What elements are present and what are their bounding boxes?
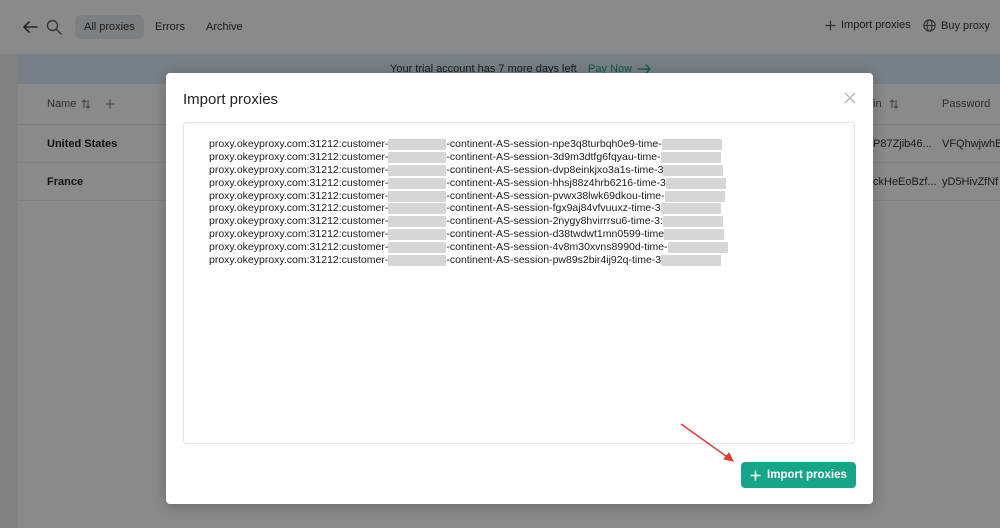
proxy-line-prefix: proxy.okeyproxy.com:31212:customer- xyxy=(209,241,389,254)
redacted-credentials xyxy=(661,139,722,150)
redacted-username xyxy=(388,255,447,267)
proxy-line: proxy.okeyproxy.com:31212:customer- -cont… xyxy=(209,177,728,190)
redacted-credentials xyxy=(660,151,721,163)
proxy-line-prefix: proxy.okeyproxy.com:31212:customer- xyxy=(209,150,389,163)
proxy-line: proxy.okeyproxy.com:31212:customer- -cont… xyxy=(209,164,728,177)
dialog-title: Import proxies xyxy=(183,91,279,108)
proxy-lines: proxy.okeyproxy.com:31212:customer- -cont… xyxy=(209,138,728,267)
redacted-username xyxy=(388,216,447,228)
proxy-line-session: -continent-AS-session-hhsj88z4hrb6216-ti… xyxy=(446,176,666,189)
proxy-line-prefix: proxy.okeyproxy.com:31212:customer- xyxy=(209,215,389,228)
redacted-username xyxy=(388,151,447,163)
redacted-username xyxy=(388,164,447,176)
proxy-line: proxy.okeyproxy.com:31212:customer- -cont… xyxy=(209,202,728,215)
proxy-line-prefix: proxy.okeyproxy.com:31212:customer- xyxy=(209,254,389,267)
plus-icon xyxy=(750,470,761,480)
redacted-credentials xyxy=(660,203,721,215)
import-button-label: Import proxies xyxy=(767,469,847,481)
proxy-line-session: -continent-AS-session-fgx9aj84vfvuuxz-ti… xyxy=(446,202,661,215)
redacted-username xyxy=(388,139,447,150)
redacted-credentials xyxy=(662,216,723,228)
proxy-line: proxy.okeyproxy.com:31212:customer- -cont… xyxy=(209,241,728,254)
redacted-credentials xyxy=(664,190,725,202)
proxy-line-session: -continent-AS-session-npe3q8turbqh0e9-ti… xyxy=(446,138,662,150)
proxy-line: proxy.okeyproxy.com:31212:customer- -cont… xyxy=(209,228,728,241)
proxy-line: proxy.okeyproxy.com:31212:customer- -cont… xyxy=(209,138,728,151)
close-icon[interactable] xyxy=(844,92,856,104)
redacted-username xyxy=(388,177,447,189)
redacted-credentials xyxy=(667,242,728,254)
proxy-line-prefix: proxy.okeyproxy.com:31212:customer- xyxy=(209,176,389,189)
redacted-credentials xyxy=(661,255,722,267)
proxy-line-session: -continent-AS-session-pvwx38lwk69dkou-ti… xyxy=(446,189,665,202)
proxy-line-session: -continent-AS-session-4v8m30xvns8990d-ti… xyxy=(446,241,668,254)
redacted-username xyxy=(388,203,447,215)
proxy-line-session: -continent-AS-session-dvp8einkjxo3a1s-ti… xyxy=(446,163,664,176)
proxy-line: proxy.okeyproxy.com:31212:customer- -cont… xyxy=(209,215,728,228)
proxy-line-session: -continent-AS-session-2nygy8hvirrrsu6-ti… xyxy=(446,215,663,228)
proxy-line: proxy.okeyproxy.com:31212:customer- -cont… xyxy=(209,151,728,164)
proxy-line-session: -continent-AS-session-3d9m3dtfg6fqyau-ti… xyxy=(446,150,661,163)
redacted-credentials xyxy=(664,229,725,241)
import-proxies-button[interactable]: Import proxies xyxy=(741,462,856,488)
proxy-line-prefix: proxy.okeyproxy.com:31212:customer- xyxy=(209,202,389,215)
proxy-line-prefix: proxy.okeyproxy.com:31212:customer- xyxy=(209,189,389,202)
redacted-credentials xyxy=(665,177,726,189)
proxy-line-prefix: proxy.okeyproxy.com:31212:customer- xyxy=(209,228,389,241)
proxy-line: proxy.okeyproxy.com:31212:customer- -cont… xyxy=(209,190,728,203)
import-proxies-dialog: Import proxies proxy.okeyproxy.com:31212… xyxy=(166,73,873,504)
proxy-line: proxy.okeyproxy.com:31212:customer- -cont… xyxy=(209,254,728,267)
redacted-username xyxy=(388,242,447,254)
redacted-credentials xyxy=(663,164,724,176)
redacted-username xyxy=(388,190,447,202)
redacted-username xyxy=(388,229,447,241)
proxy-line-prefix: proxy.okeyproxy.com:31212:customer- xyxy=(209,163,389,176)
proxy-line-session: -continent-AS-session-d38twdwt1mn0599-ti… xyxy=(446,228,665,241)
proxy-line-prefix: proxy.okeyproxy.com:31212:customer- xyxy=(209,138,389,150)
proxy-list-textarea[interactable]: proxy.okeyproxy.com:31212:customer- -cont… xyxy=(183,122,855,444)
proxy-line-session: -continent-AS-session-pw89s2bir4ij92q-ti… xyxy=(446,254,662,267)
